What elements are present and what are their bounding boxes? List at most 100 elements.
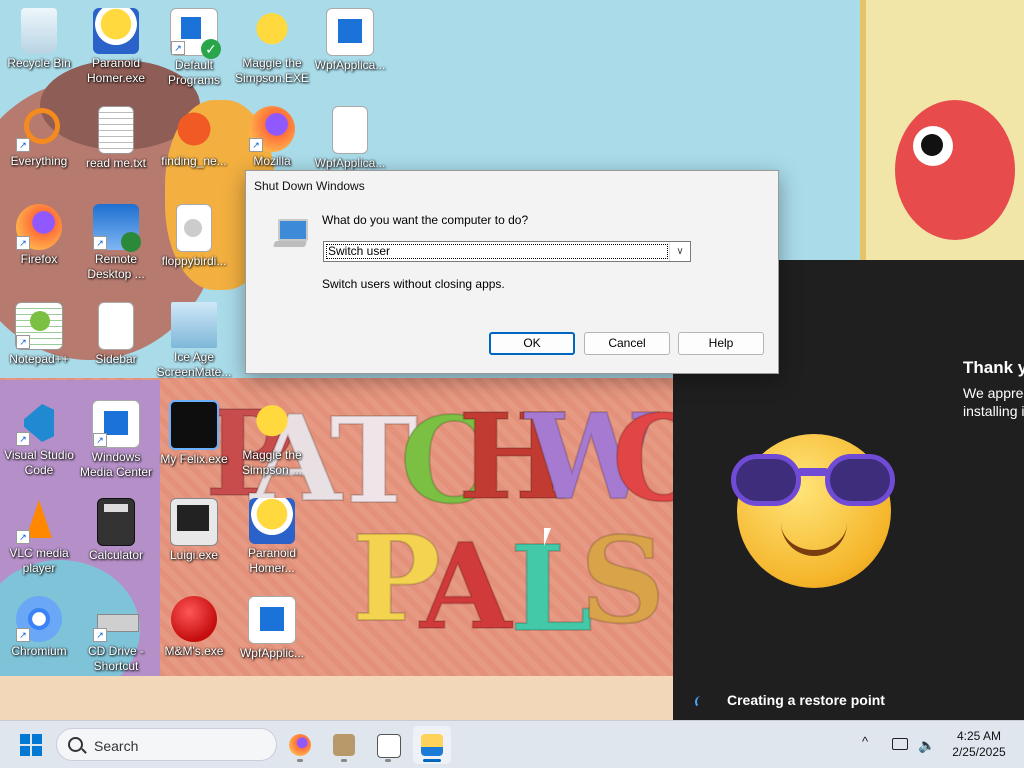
desktop-icon-label: Remote Desktop ... (87, 252, 145, 281)
maggie-icon (249, 8, 295, 54)
dialog-option-description: Switch users without closing apps. (322, 277, 505, 291)
recycle-bin-icon (21, 8, 57, 54)
desktop-icon-everything[interactable]: ↗ Everything (1, 106, 77, 169)
start-button[interactable] (20, 734, 42, 756)
desktop-icon-label: WpfApplica... (314, 58, 386, 72)
taskbar-clock[interactable]: 4:25 AM 2/25/2025 (944, 728, 1014, 760)
calculator-icon (97, 498, 135, 546)
ice-age-icon (171, 302, 217, 348)
cd-drive-icon: ↗ (93, 596, 139, 642)
dialog-titlebar[interactable]: Shut Down Windows (246, 171, 778, 201)
vscode-icon: ↗ (16, 400, 62, 446)
homer-icon (249, 498, 295, 544)
desktop-icon-maggie[interactable]: Maggie the Simpson.EXE (234, 8, 310, 86)
desktop-icon-windows-media-center[interactable]: ↗ Windows Media Center (78, 400, 154, 480)
desktop-icon-label: Visual Studio Code (4, 448, 74, 477)
desktop-icon-label: WpfApplic... (239, 646, 305, 660)
desktop-icon-label: WpfApplica... (314, 156, 386, 170)
desktop-icon-label: M&M's.exe (164, 644, 224, 658)
wallpaper-bottom-strip (0, 676, 680, 720)
desktop-icon-floppybird[interactable]: floppybirdi... (156, 204, 232, 269)
blank-file-icon (332, 106, 368, 154)
taskbar-firefox[interactable] (281, 726, 319, 764)
clock-time: 4:25 AM (956, 729, 1002, 743)
clock-date: 2/25/2025 (952, 745, 1006, 759)
desktop-icon-finding-nemo[interactable]: finding_ne... (156, 106, 232, 169)
desktop-icon-wpfapplication-2[interactable]: WpfApplica... (312, 106, 388, 171)
installer-description-line: We apprec (963, 385, 1024, 401)
desktop-icon-label: Everything (10, 154, 68, 168)
desktop-icon-chromium[interactable]: ↗ Chromium (1, 596, 77, 659)
network-icon[interactable] (892, 738, 908, 750)
taskbar-file-explorer[interactable] (413, 726, 451, 764)
desktop-icon-label: Ice Age ScreenMate... (156, 350, 232, 379)
installer-status: Creating a restore point (727, 692, 885, 708)
desktop-icon-remote-desktop[interactable]: ↗ Remote Desktop ... (78, 204, 154, 282)
firefox-icon (289, 734, 311, 756)
installer-description-line: installing i (963, 403, 1024, 419)
fish-icon (171, 106, 217, 152)
desktop-icon-label: Paranoid Homer... (247, 546, 297, 575)
desktop-icon-paranoid-homer-2[interactable]: Paranoid Homer... (234, 498, 310, 576)
desktop-icon-calculator[interactable]: Calculator (78, 498, 154, 563)
firefox-icon: ↗ (249, 106, 295, 152)
shutdown-option-select[interactable]: Switch user ∨ (323, 241, 691, 262)
desktop-icon-mozilla[interactable]: ↗ Mozilla (234, 106, 310, 169)
desktop-icon-vlc[interactable]: ↗ VLC media player (1, 498, 77, 576)
desktop-icon-maggie-2[interactable]: Maggie the Simpson ... (234, 400, 310, 478)
dialog-question: What do you want the computer to do? (322, 213, 529, 227)
installer-description: We apprec installing i (963, 384, 1024, 420)
ok-button[interactable]: OK (489, 332, 575, 355)
desktop-icon-label: My Felix.exe (160, 452, 228, 466)
taskbar-store[interactable] (325, 726, 363, 764)
taskbar-search[interactable]: Search (56, 728, 277, 761)
desktop-icon-wpfapplication-1[interactable]: WpfApplica... (312, 8, 388, 73)
show-hidden-icons-chevron-icon[interactable]: ^ (862, 734, 868, 749)
help-button[interactable]: Help (678, 332, 764, 355)
mms-candy-icon (171, 596, 217, 642)
desktop-icon-label: floppybirdi... (161, 254, 227, 268)
installer-heading: Thank y (963, 358, 1024, 377)
shut-down-dialog[interactable]: Shut Down Windows What do you want the c… (245, 170, 779, 374)
desktop-icon-label: Sidebar (95, 352, 137, 366)
desktop-icon-firefox[interactable]: ↗ Firefox (1, 204, 77, 267)
desktop-icon-vscode[interactable]: ↗ Visual Studio Code (1, 400, 77, 478)
desktop-icon-default-programs[interactable]: ✓ ↗ Default Programs (156, 8, 232, 88)
desktop-icon-label: VLC media player (9, 546, 69, 575)
window-app-icon: ↗ (92, 400, 140, 448)
window-app-icon (377, 734, 401, 758)
chevron-down-icon[interactable]: ∨ (669, 242, 690, 261)
desktop-icon-paranoid-homer[interactable]: Paranoid Homer.exe (78, 8, 154, 86)
felix-cat-icon (169, 400, 219, 450)
desktop-icon-notepad-plus[interactable]: ↗ Notepad++ (1, 302, 77, 367)
cancel-button[interactable]: Cancel (584, 332, 670, 355)
desktop-icon-ice-age[interactable]: Ice Age ScreenMate... (156, 302, 232, 380)
desktop-icon-label: Windows Media Center (79, 450, 153, 479)
desktop-icon-mms[interactable]: M&M's.exe (156, 596, 232, 659)
desktop-icon-cd-drive[interactable]: ↗ CD Drive - Shortcut (78, 596, 154, 674)
desktop-icon-label: Notepad++ (9, 352, 69, 366)
desktop-icon-sidebar[interactable]: Sidebar (78, 302, 154, 367)
desktop-icon-wpfapplication-3[interactable]: WpfApplic... (234, 596, 310, 661)
firefox-icon: ↗ (16, 204, 62, 250)
desktop-icon-label: Maggie the Simpson.EXE (234, 56, 310, 85)
desktop-icon-read-me[interactable]: read me.txt (78, 106, 154, 171)
desktop-icon-label: Chromium (11, 644, 67, 658)
volume-muted-icon[interactable]: 🔈 (918, 737, 935, 754)
desktop-icon-luigi[interactable]: Luigi.exe (156, 498, 232, 563)
desktop-icon-label: finding_ne... (161, 154, 227, 168)
text-file-icon (98, 106, 134, 154)
desktop-icon-my-felix[interactable]: My Felix.exe (156, 400, 232, 467)
computer-monitor-icon (170, 498, 218, 546)
progress-spinner-icon (695, 696, 707, 708)
notepad-plus-icon: ↗ (15, 302, 63, 350)
store-bag-icon (333, 734, 355, 756)
wallpaper-letter: S (579, 511, 668, 650)
taskbar-app-window[interactable] (369, 726, 407, 764)
desktop-icon-label: Paranoid Homer.exe (86, 56, 146, 85)
desktop-icon-recycle-bin[interactable]: Recycle Bin (1, 8, 77, 71)
mouse-cursor-icon (544, 528, 551, 546)
search-placeholder: Search (94, 738, 139, 754)
wallpaper-red-bird (895, 100, 1015, 240)
desktop-icon-label: CD Drive - Shortcut (88, 644, 144, 673)
